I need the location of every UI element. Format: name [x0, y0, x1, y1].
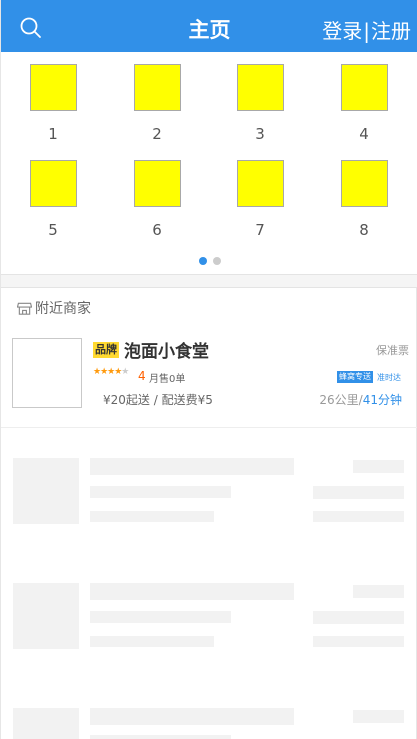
skeleton-line	[313, 511, 404, 522]
delivery-fees: ¥20起送 / 配送费¥5	[103, 393, 213, 407]
category-item[interactable]: 3	[230, 64, 290, 143]
category-item[interactable]: 1	[23, 64, 83, 143]
app-frame: 主页 登录|注册 1 2 3 4 5 6 7 8 附近商家 品牌 泡面小食堂 保…	[0, 0, 417, 739]
login-link[interactable]: 登录	[322, 19, 362, 43]
category-icon	[340, 64, 388, 111]
category-item[interactable]: 5	[23, 160, 83, 239]
skeleton-line	[90, 458, 294, 475]
skeleton-thumb	[13, 708, 79, 739]
skeleton-line	[90, 636, 214, 647]
category-item[interactable]: 6	[127, 160, 187, 239]
skeleton-line	[313, 611, 404, 624]
carousel-dot[interactable]	[212, 257, 221, 265]
rating-stars: ★★★★★	[93, 367, 129, 377]
rating-value: 4	[138, 369, 146, 383]
search-icon	[20, 17, 41, 38]
monthly-sales: 月售0单	[149, 374, 186, 385]
skeleton-line	[353, 460, 404, 473]
category-item[interactable]: 8	[334, 160, 394, 239]
category-label: 3	[255, 125, 265, 143]
category-label: 2	[152, 125, 162, 143]
ontime-label: 准时达	[377, 373, 401, 382]
brand-badge: 品牌	[93, 342, 119, 358]
skeleton-line	[353, 710, 404, 723]
skeleton-line	[90, 708, 294, 725]
category-item[interactable]: 4	[334, 64, 394, 143]
skeleton-line	[353, 585, 404, 598]
skeleton-thumb	[13, 583, 79, 649]
skeleton-line	[313, 486, 404, 499]
nearby-heading-label: 附近商家	[35, 301, 91, 317]
category-label: 4	[359, 125, 369, 143]
category-grid: 1 2 3 4 5 6 7 8	[1, 52, 417, 274]
skeleton-line	[90, 511, 214, 522]
register-link[interactable]: 注册	[371, 19, 411, 43]
shop-name: 泡面小食堂	[124, 342, 209, 362]
skeleton-line	[313, 636, 404, 647]
category-icon	[236, 160, 284, 207]
category-label: 7	[255, 221, 265, 239]
category-icon	[133, 64, 181, 111]
auth-separator: |	[363, 19, 370, 43]
category-label: 8	[359, 221, 369, 239]
section-divider	[1, 274, 417, 288]
category-icon	[133, 160, 181, 207]
distance-time: 26公里/41分钟	[319, 391, 402, 408]
skeleton-line	[90, 486, 231, 498]
skeleton-line	[90, 611, 231, 623]
skeleton-line	[90, 735, 231, 739]
delivery-badge: 蜂窝专送	[337, 371, 373, 383]
category-item[interactable]: 2	[127, 64, 187, 143]
skeleton-line	[90, 583, 294, 600]
carousel-pagination	[1, 250, 417, 269]
category-icon	[340, 160, 388, 207]
nearby-heading: 附近商家	[16, 298, 91, 318]
store-icon	[16, 302, 33, 315]
category-icon	[29, 64, 77, 111]
category-label: 1	[48, 125, 58, 143]
skeleton-thumb	[13, 458, 79, 524]
carousel-dot-active[interactable]	[198, 257, 207, 265]
search-button[interactable]	[19, 16, 43, 40]
category-label: 6	[152, 221, 162, 239]
auth-links: 登录|注册	[322, 15, 411, 44]
shop-card[interactable]: 品牌 泡面小食堂 保准票 ★★★★★ 4 月售0单 蜂窝专送 准时达 ¥20起送…	[1, 326, 417, 428]
category-icon	[236, 64, 284, 111]
top-header: 主页 登录|注册	[1, 0, 417, 52]
category-item[interactable]: 7	[230, 160, 290, 239]
distance: 26公里	[319, 393, 359, 407]
guarantee-tag: 保准票	[376, 344, 409, 357]
category-label: 5	[48, 221, 58, 239]
delivery-time: 41分钟	[362, 393, 402, 407]
shop-image	[12, 338, 82, 408]
category-icon	[29, 160, 77, 207]
